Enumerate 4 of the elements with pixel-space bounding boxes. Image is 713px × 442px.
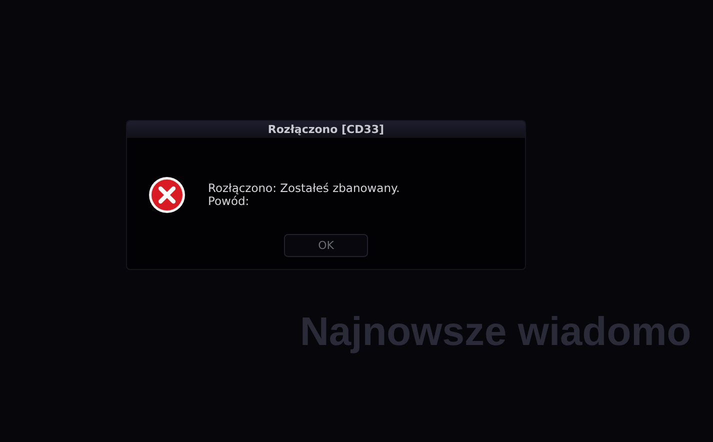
dialog-title: Rozłączono [CD33] — [268, 123, 384, 136]
message-text: Powód: — [208, 195, 250, 208]
message-text: Rozłączono: Zostałeś zbanowany. — [208, 182, 400, 195]
error-icon — [148, 176, 186, 214]
